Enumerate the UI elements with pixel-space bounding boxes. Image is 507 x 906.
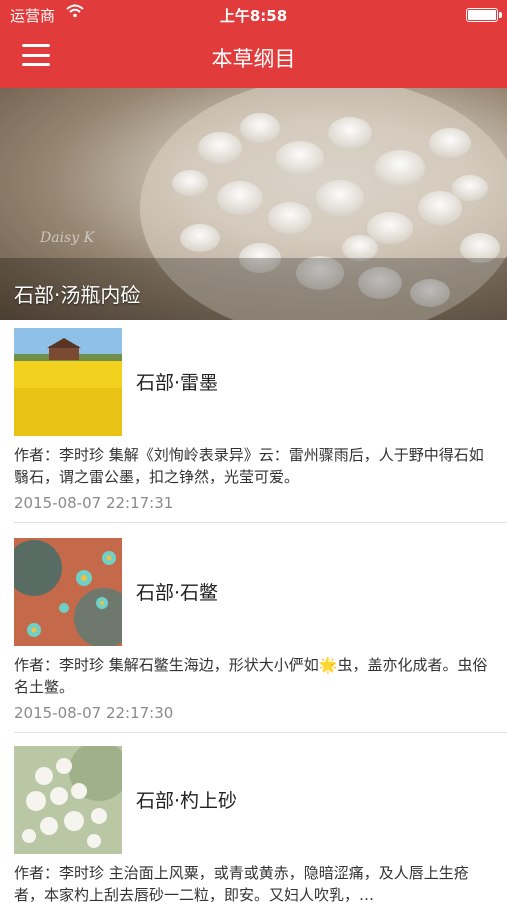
list-item[interactable]: 石部·石鳖 作者：李时珍 集解石鳖生海边，形状大小俨如🌟虫，盖亦化成者。虫俗名土… bbox=[0, 530, 507, 735]
page-title: 本草纲目 bbox=[211, 47, 296, 71]
featured-banner[interactable]: Daisy K 石部·汤瓶内硷 bbox=[0, 88, 507, 320]
article-title: 石部·雷墨 bbox=[136, 372, 219, 394]
divider bbox=[14, 732, 507, 733]
status-time: 上午8:58 bbox=[219, 7, 288, 25]
article-date: 2015-08-07 22:17:31 bbox=[14, 494, 174, 512]
article-title: 石部·石鳖 bbox=[136, 582, 219, 604]
banner-caption: 石部·汤瓶内硷 bbox=[14, 283, 141, 307]
list-item[interactable]: 石部·杓上砂 作者：李时珍 主治面上风粟，或青或黄赤，隐暗涩痛，及人唇上生疮者，… bbox=[0, 740, 507, 904]
article-date: 2015-08-07 22:17:30 bbox=[14, 704, 174, 722]
status-bar: 运营商 上午8:58 bbox=[0, 0, 507, 30]
article-body: 作者：李时珍 集解《刘恂岭表录异》云：雷州骤雨后，人于野中得石如翳石，谓之雷公墨… bbox=[14, 446, 484, 486]
article-body: 作者：李时珍 集解石鳖生海边，形状大小俨如🌟虫，盖亦化成者。虫俗名土鳖。 bbox=[14, 656, 488, 696]
article-title: 石部·杓上砂 bbox=[136, 790, 238, 812]
battery-icon bbox=[466, 8, 502, 22]
article-thumbnail bbox=[14, 538, 122, 646]
divider bbox=[14, 522, 507, 523]
photo-watermark: Daisy K bbox=[40, 230, 95, 246]
article-thumbnail bbox=[14, 746, 122, 854]
list-item[interactable]: 石部·雷墨 作者：李时珍 集解《刘恂岭表录异》云：雷州骤雨后，人于野中得石如翳石… bbox=[0, 320, 507, 525]
nav-header: 运营商 上午8:58 本草纲目 bbox=[0, 0, 507, 88]
article-body: 作者：李时珍 主治面上风粟，或青或黄赤，隐暗涩痛，及人唇上生疮者，本家杓上刮去唇… bbox=[14, 864, 469, 904]
article-thumbnail bbox=[14, 328, 122, 436]
